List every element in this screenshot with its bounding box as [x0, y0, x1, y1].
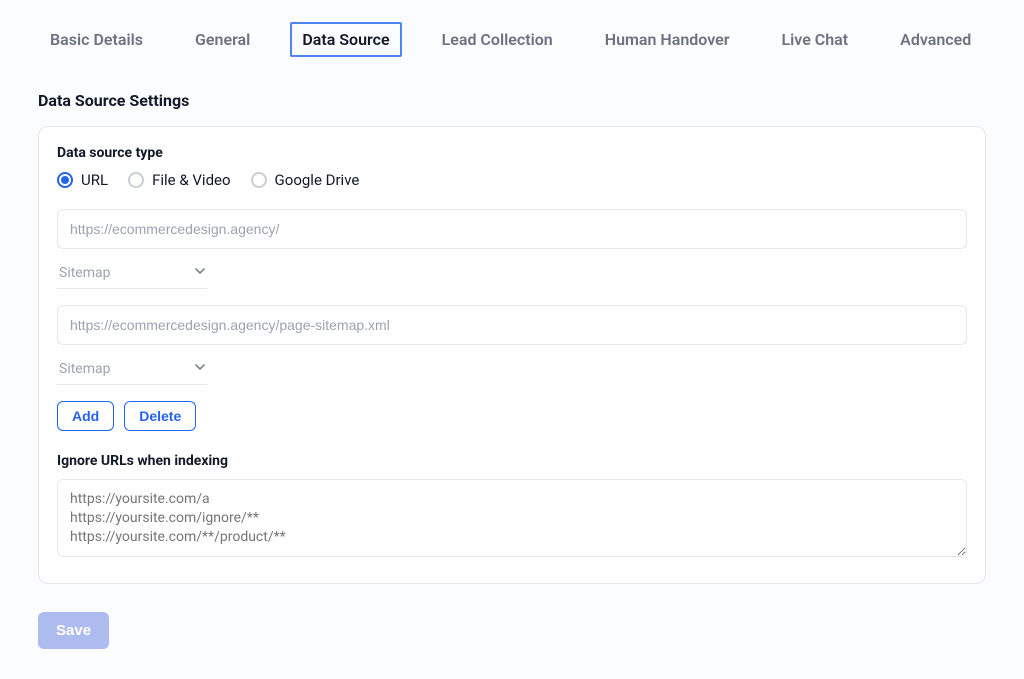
tab-general[interactable]: General: [183, 22, 262, 57]
tab-data-source[interactable]: Data Source: [290, 22, 401, 57]
tab-live-chat[interactable]: Live Chat: [769, 22, 860, 57]
tab-advanced[interactable]: Advanced: [888, 22, 983, 57]
url-entry-2: Sitemap: [57, 305, 967, 385]
ignore-urls-textarea[interactable]: [57, 479, 967, 557]
tab-lead-collection[interactable]: Lead Collection: [430, 22, 565, 57]
radio-google-drive[interactable]: Google Drive: [251, 171, 360, 189]
radio-indicator-icon: [128, 172, 144, 188]
tab-human-handover[interactable]: Human Handover: [593, 22, 742, 57]
url-select-2-value: Sitemap: [59, 361, 110, 377]
radio-file-video-label: File & Video: [152, 171, 230, 189]
section-title: Data Source Settings: [38, 91, 986, 110]
radio-url[interactable]: URL: [57, 171, 108, 189]
ignore-urls-label: Ignore URLs when indexing: [57, 453, 967, 469]
url-action-buttons: Add Delete: [57, 401, 967, 431]
source-type-radio-group: URL File & Video Google Drive: [57, 171, 967, 189]
url-select-1-value: Sitemap: [59, 265, 110, 281]
url-input-1[interactable]: [57, 209, 967, 249]
url-select-2[interactable]: Sitemap: [57, 353, 207, 385]
url-input-2[interactable]: [57, 305, 967, 345]
radio-indicator-icon: [57, 172, 73, 188]
radio-google-drive-label: Google Drive: [275, 171, 360, 189]
url-entry-1: Sitemap: [57, 209, 967, 289]
tab-basic-details[interactable]: Basic Details: [38, 22, 155, 57]
radio-url-label: URL: [81, 171, 108, 189]
chevron-down-icon: [195, 364, 205, 374]
add-button[interactable]: Add: [57, 401, 114, 431]
chevron-down-icon: [195, 268, 205, 278]
radio-file-video[interactable]: File & Video: [128, 171, 230, 189]
data-source-type-label: Data source type: [57, 145, 967, 161]
tabs-bar: Basic Details General Data Source Lead C…: [38, 22, 986, 57]
data-source-card: Data source type URL File & Video Google…: [38, 126, 986, 584]
delete-button[interactable]: Delete: [124, 401, 196, 431]
radio-indicator-icon: [251, 172, 267, 188]
url-select-1[interactable]: Sitemap: [57, 257, 207, 289]
